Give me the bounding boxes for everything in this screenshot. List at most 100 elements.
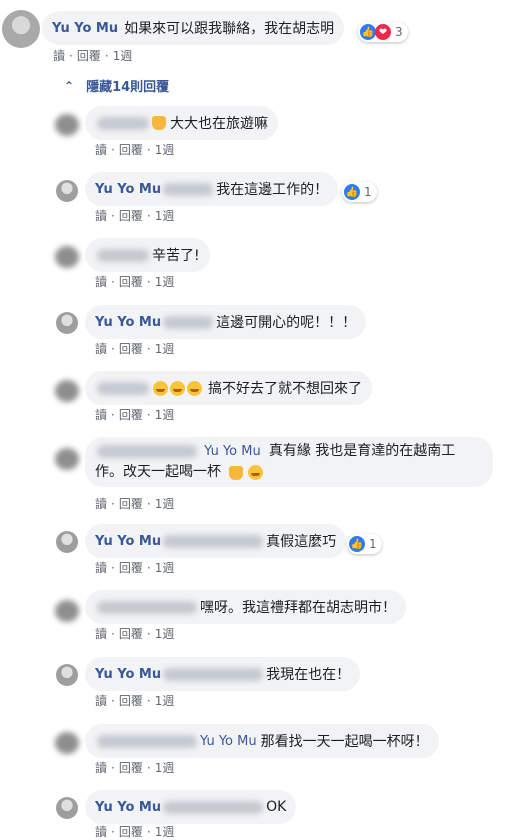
read-link[interactable]: 讀: [95, 694, 107, 708]
reply-bubble: 大大也在旅遊嘛: [85, 106, 278, 140]
reply-link[interactable]: 回覆: [119, 627, 143, 641]
timestamp[interactable]: 1週: [155, 342, 175, 356]
timestamp[interactable]: 1週: [155, 761, 175, 775]
read-link[interactable]: 讀: [95, 561, 107, 575]
reply-text: 大大也在旅遊嘛: [170, 116, 268, 132]
timestamp[interactable]: 1週: [155, 825, 175, 839]
avatar[interactable]: [56, 180, 78, 202]
avatar[interactable]: [55, 246, 79, 268]
hidden-replies-label: 隱藏14則回覆: [86, 80, 170, 95]
author-name[interactable]: Yu Yo Mu: [95, 667, 161, 682]
reply-bubble: Yu Yo Mu 那看找一天一起喝一杯呀！: [85, 724, 439, 758]
reply-link[interactable]: 回覆: [119, 694, 143, 708]
heart-icon: ❤: [375, 24, 391, 40]
read-link[interactable]: 讀: [95, 275, 107, 289]
smile-emoji: [248, 465, 264, 480]
reply-link[interactable]: 回覆: [77, 49, 101, 63]
timestamp[interactable]: 1週: [155, 627, 175, 641]
author-name[interactable]: Yu Yo Mu: [95, 800, 161, 815]
blurred-mention[interactable]: [163, 182, 214, 196]
blurred-author-name[interactable]: [97, 116, 149, 130]
avatar[interactable]: [55, 448, 79, 470]
reaction-summary[interactable]: 👍 1: [347, 534, 382, 554]
avatar[interactable]: [55, 600, 79, 622]
avatar[interactable]: [55, 732, 79, 754]
avatar[interactable]: [55, 114, 79, 136]
reaction-summary[interactable]: 👍 1: [342, 182, 377, 202]
read-link[interactable]: 讀: [95, 825, 107, 839]
reply-text: 真假這麼巧: [266, 534, 337, 550]
timestamp[interactable]: 1週: [155, 209, 175, 223]
reply-bubble: Yu Yo Mu 真有緣 我也是育達的在越南工 作。改天一起喝一杯: [85, 437, 493, 487]
reply-actions: 讀 · 回覆 · 1週: [95, 408, 175, 422]
reply-bubble: Yu Yo Mu 我在這邊工作的！: [85, 172, 339, 206]
avatar[interactable]: [56, 664, 78, 686]
read-link[interactable]: 讀: [95, 497, 107, 511]
read-link[interactable]: 讀: [95, 627, 107, 641]
blurred-author-name[interactable]: [97, 381, 149, 395]
blurred-author-name[interactable]: [97, 445, 197, 458]
mention-name[interactable]: Yu Yo Mu: [204, 444, 261, 459]
comment-bubble: Yu Yo Mu 如果來可以跟我聯絡，我在胡志明: [42, 11, 345, 45]
comment-actions: 讀 · 回覆 · 1週: [53, 49, 133, 63]
reply-link[interactable]: 回覆: [119, 342, 143, 356]
reply-link[interactable]: 回覆: [119, 497, 143, 511]
reaction-summary[interactable]: 👍 ❤ 3: [358, 22, 408, 42]
blurred-author-name[interactable]: [97, 600, 197, 614]
reply-link[interactable]: 回覆: [119, 825, 143, 839]
reply-link[interactable]: 回覆: [119, 209, 143, 223]
timestamp[interactable]: 1週: [155, 143, 175, 157]
smile-emoji: [187, 380, 202, 396]
reply-actions: 讀 · 回覆 · 1週: [95, 825, 175, 839]
blurred-mention[interactable]: [163, 667, 264, 681]
read-link[interactable]: 讀: [53, 49, 65, 63]
avatar[interactable]: [55, 380, 79, 402]
timestamp[interactable]: 1週: [155, 694, 175, 708]
reply-bubble: 搞不好去了就不想回來了: [85, 371, 372, 405]
author-name[interactable]: Yu Yo Mu: [52, 21, 118, 36]
read-link[interactable]: 讀: [95, 342, 107, 356]
reply-text: 真有緣 我也是育達的在越南工: [268, 443, 456, 459]
avatar[interactable]: [2, 10, 40, 48]
reply-link[interactable]: 回覆: [119, 561, 143, 575]
reply-link[interactable]: 回覆: [119, 143, 143, 157]
read-link[interactable]: 讀: [95, 143, 107, 157]
reply-text: 我現在也在！: [266, 667, 351, 683]
author-name[interactable]: Yu Yo Mu: [95, 315, 161, 330]
reply-bubble: Yu Yo Mu 這邊可開心的呢！！！: [85, 305, 367, 339]
blurred-mention[interactable]: [163, 315, 214, 329]
hidden-replies-toggle[interactable]: ⌃ 隱藏14則回覆: [64, 76, 170, 96]
avatar[interactable]: [56, 531, 78, 553]
mention-name[interactable]: Yu Yo Mu: [200, 734, 257, 749]
chevron-up-icon: ⌃: [64, 78, 75, 93]
read-link[interactable]: 讀: [95, 408, 107, 422]
blurred-author-name[interactable]: [97, 734, 197, 748]
reply-actions: 讀 · 回覆 · 1週: [95, 627, 175, 641]
avatar[interactable]: [56, 312, 78, 334]
reply-bubble: 辛苦了!: [85, 238, 210, 272]
timestamp[interactable]: 1週: [155, 497, 175, 511]
blurred-mention[interactable]: [163, 800, 264, 814]
reply-bubble: Yu Yo Mu 我現在也在！: [85, 657, 361, 691]
reaction-count: 1: [369, 537, 377, 551]
read-link[interactable]: 讀: [95, 761, 107, 775]
author-name[interactable]: Yu Yo Mu: [95, 534, 161, 549]
blurred-mention[interactable]: [163, 534, 264, 548]
author-name[interactable]: Yu Yo Mu: [95, 182, 161, 197]
thumbs-up-emoji: [152, 116, 166, 130]
reply-actions: 讀 · 回覆 · 1週: [95, 143, 175, 157]
reply-text: 搞不好去了就不想回來了: [208, 381, 362, 397]
blurred-author-name[interactable]: [97, 248, 149, 262]
timestamp[interactable]: 1週: [155, 275, 175, 289]
avatar[interactable]: [56, 797, 78, 819]
timestamp[interactable]: 1週: [155, 561, 175, 575]
reply-link[interactable]: 回覆: [119, 408, 143, 422]
timestamp[interactable]: 1週: [155, 408, 175, 422]
smile-emoji: [153, 380, 168, 396]
read-link[interactable]: 讀: [95, 209, 107, 223]
reply-text: 這邊可開心的呢！！！: [216, 315, 357, 331]
reply-link[interactable]: 回覆: [119, 761, 143, 775]
reply-link[interactable]: 回覆: [119, 275, 143, 289]
timestamp[interactable]: 1週: [113, 49, 133, 63]
reaction-count: 1: [364, 185, 372, 199]
